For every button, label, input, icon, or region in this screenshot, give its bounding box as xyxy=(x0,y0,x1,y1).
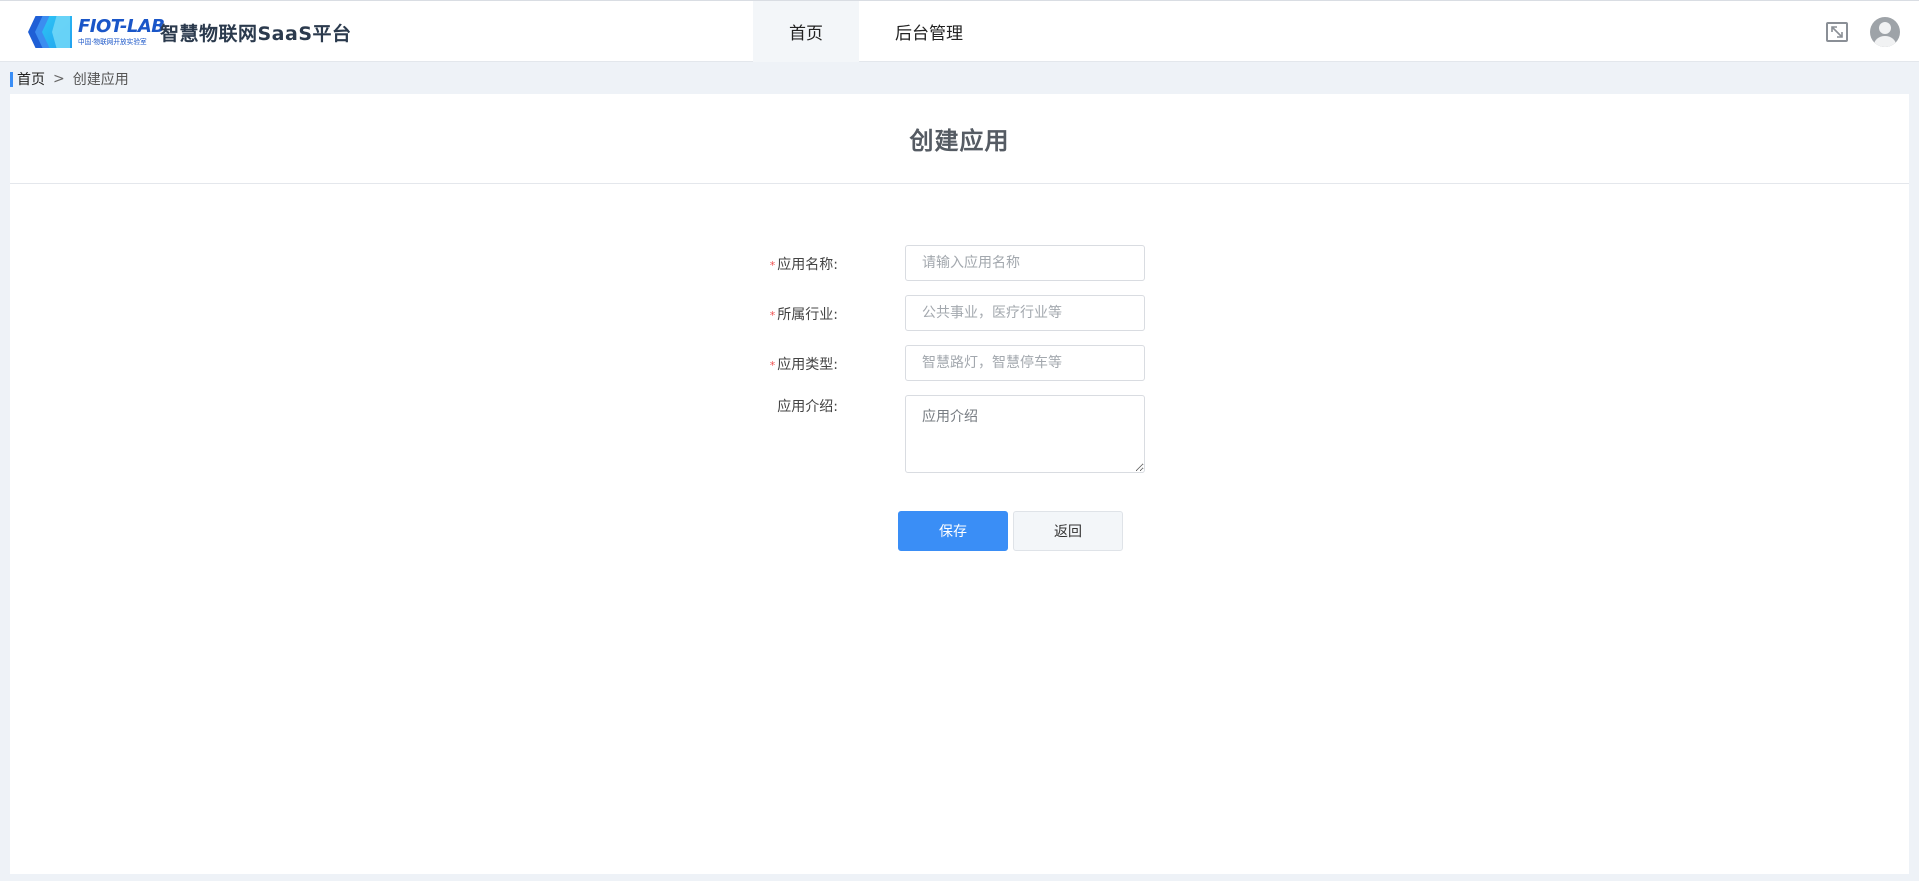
industry-label: * 所属行业: xyxy=(769,307,838,323)
app-name-label: * 应用名称: xyxy=(769,257,838,273)
page-title: 创建应用 xyxy=(909,127,1010,155)
logo-brand: FIOT-LAB xyxy=(78,16,165,37)
app-intro-textarea[interactable] xyxy=(905,395,1145,473)
required-mark: * xyxy=(769,359,776,372)
breadcrumb-home[interactable]: 首页 xyxy=(17,69,45,89)
fullscreen-icon[interactable] xyxy=(1826,22,1848,42)
required-mark: * xyxy=(769,309,776,322)
breadcrumb-marker xyxy=(10,71,13,87)
top-nav: 首页 后台管理 xyxy=(753,1,999,62)
app-type-input[interactable] xyxy=(905,345,1145,381)
platform-title: 智慧物联网SaaS平台 xyxy=(160,23,352,45)
user-avatar-icon[interactable] xyxy=(1870,17,1900,47)
industry-input[interactable] xyxy=(905,295,1145,331)
back-button[interactable]: 返回 xyxy=(1013,511,1123,551)
breadcrumb-current: 创建应用 xyxy=(72,72,129,88)
logo-subtitle: 中国·物联网开放实验室 xyxy=(78,38,147,46)
app-type-label: * 应用类型: xyxy=(769,357,838,373)
breadcrumb: 首页 > 创建应用 xyxy=(10,70,129,88)
main-card: 创建应用 *应用名称: *所属行业: *应用类型: 应用介绍: 保存 返回 xyxy=(10,94,1909,874)
nav-item-admin[interactable]: 后台管理 xyxy=(859,1,999,62)
required-mark: * xyxy=(769,259,776,272)
app-intro-label: 应用介绍: xyxy=(777,399,838,415)
save-button[interactable]: 保存 xyxy=(898,511,1008,551)
nav-item-home[interactable]: 首页 xyxy=(753,1,859,62)
logo-text: FIOT-LAB 中国·物联网开放实验室 xyxy=(78,18,165,46)
card-header: 创建应用 xyxy=(10,94,1909,184)
logo[interactable]: FIOT-LAB 中国·物联网开放实验室 xyxy=(28,13,165,51)
app-name-input[interactable] xyxy=(905,245,1145,281)
top-header: FIOT-LAB 中国·物联网开放实验室 智慧物联网SaaS平台 首页 后台管理 xyxy=(0,0,1919,62)
logo-mark-icon xyxy=(28,14,74,50)
breadcrumb-separator: > xyxy=(53,71,65,87)
